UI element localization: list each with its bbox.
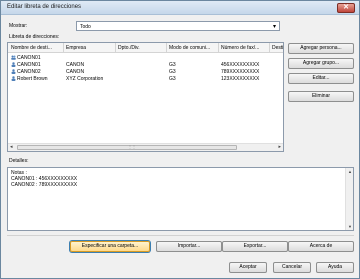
scroll-right-icon[interactable]: ▸ (278, 144, 281, 150)
ok-button[interactable]: Aceptar (229, 262, 267, 273)
details-box: Notas : CANON01 : 456XXXXXXXXX CANON02 :… (7, 167, 354, 231)
column-header-company[interactable]: Empresa (66, 45, 86, 51)
delete-button[interactable]: Eliminar (288, 91, 354, 102)
show-select-value: Todo (80, 24, 91, 30)
row-name: Robert Brown (17, 76, 48, 82)
column-divider[interactable] (269, 43, 270, 53)
column-divider[interactable] (166, 43, 167, 53)
row-name: CANON02 (17, 69, 41, 75)
row-company: XYZ Corporation (66, 76, 104, 82)
column-header-name[interactable]: Nombre de desti... (11, 45, 52, 51)
divider (7, 235, 354, 236)
details-label: Detalles: (9, 158, 29, 164)
scroll-down-icon[interactable]: ▼ (348, 224, 352, 229)
scrollbar-thumb[interactable] (17, 145, 237, 150)
address-book-dialog: Editar libreta de direcciones ✕ Mostrar:… (0, 0, 360, 279)
row-company: CANON (66, 69, 85, 75)
cancel-button[interactable]: Cancelar (273, 262, 311, 273)
import-button[interactable]: Importar... (156, 241, 222, 252)
address-book-list[interactable]: Nombre de desti... Empresa Dpto./Div. Mo… (7, 42, 284, 152)
column-divider[interactable] (115, 43, 116, 53)
column-header-mode[interactable]: Modo de comuni... (169, 45, 210, 51)
column-header-destination[interactable]: Desti (272, 45, 283, 51)
show-label: Mostrar: (9, 23, 28, 29)
person-icon (11, 76, 16, 81)
row-mode: G3 (169, 69, 176, 75)
person-icon (11, 69, 16, 74)
horizontal-scrollbar[interactable]: ◂ ⋮⋮ ▸ (8, 143, 283, 151)
column-header-department[interactable]: Dpto./Div. (118, 45, 140, 51)
person-icon (11, 62, 16, 67)
details-line: CANON02 : 789XXXXXXXXX (11, 182, 78, 188)
row-mode: G3 (169, 76, 176, 82)
row-company: CANON (66, 62, 85, 68)
show-select[interactable]: Todo ▾ (76, 21, 280, 31)
row-number: 123XXXXXXXXX (221, 76, 260, 82)
close-button[interactable]: ✕ (337, 3, 355, 13)
row-name: CANON01 (17, 62, 41, 68)
edit-button[interactable]: Editar... (288, 73, 354, 84)
scroll-up-icon[interactable]: ▲ (348, 169, 352, 174)
help-button[interactable]: Ayuda (316, 262, 354, 273)
list-item[interactable]: Robert Brown XYZ Corporation G3 123XXXXX… (8, 76, 283, 83)
list-item[interactable]: CANON02 CANON G3 789XXXXXXXXX (8, 69, 283, 76)
specify-folder-button[interactable]: Especificar una carpeta... (70, 241, 150, 252)
group-icon (11, 55, 16, 60)
column-header-number[interactable]: Número de fax/... (221, 45, 259, 51)
scroll-left-icon[interactable]: ◂ (10, 144, 13, 150)
vertical-scrollbar[interactable]: ▲ ▼ (345, 168, 353, 230)
export-button[interactable]: Exportar... (222, 241, 288, 252)
add-group-button[interactable]: Agregar grupo... (288, 58, 354, 69)
chevron-down-icon: ▾ (272, 24, 276, 30)
list-item[interactable]: CANON01 CANON G3 456XXXXXXXXX (8, 62, 283, 69)
column-divider[interactable] (218, 43, 219, 53)
row-name: CANON01 (17, 55, 41, 61)
add-person-button[interactable]: Agregar persona... (288, 43, 354, 54)
row-number: 789XXXXXXXXX (221, 69, 260, 75)
scrollbar-grip-icon: ⋮⋮ (128, 144, 136, 149)
address-book-label: Libreta de direcciones: (9, 34, 60, 40)
title-bar: Editar libreta de direcciones ✕ (1, 1, 359, 15)
window-title: Editar libreta de direcciones (7, 4, 82, 10)
about-button[interactable]: Acerca de (288, 241, 354, 252)
column-divider[interactable] (63, 43, 64, 53)
row-number: 456XXXXXXXXX (221, 62, 260, 68)
row-mode: G3 (169, 62, 176, 68)
list-item[interactable]: CANON01 (8, 55, 283, 62)
list-header: Nombre de desti... Empresa Dpto./Div. Mo… (8, 43, 283, 53)
